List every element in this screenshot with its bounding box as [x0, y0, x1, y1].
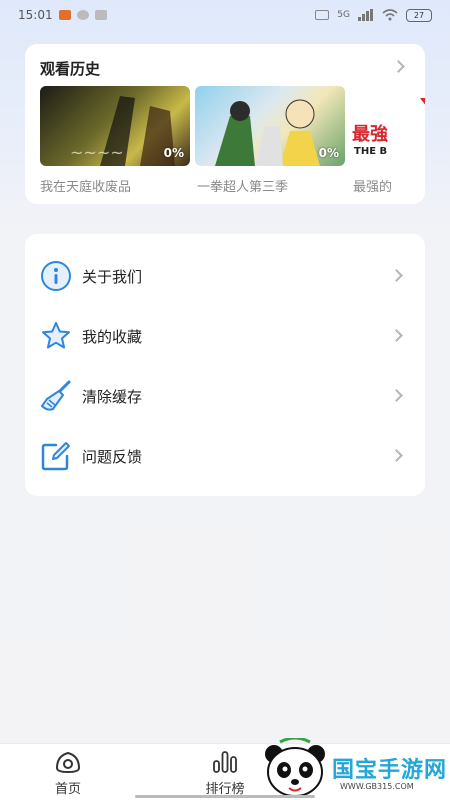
svg-text:~~~~: ~~~~ [70, 143, 124, 162]
menu-item-clear-cache[interactable]: 清除缓存 [25, 371, 425, 421]
menu-item-label: 清除缓存 [82, 387, 143, 406]
chevron-right-icon [390, 329, 403, 342]
home-eye-icon [55, 751, 81, 774]
menu-item-about[interactable]: 关于我们 [25, 251, 425, 301]
history-title: 观看历史 [40, 60, 101, 78]
watermark-url: WWW.GB315.COM [340, 782, 414, 791]
status-time: 15:01 [18, 8, 53, 22]
menu-item-feedback[interactable]: 问题反馈 [25, 431, 425, 481]
history-more-chevron-icon[interactable] [392, 60, 405, 73]
thumbnail-banner: 最強 [352, 124, 388, 145]
history-item-title[interactable]: 我在天庭收废品 [40, 176, 131, 195]
history-item-title[interactable]: 最强的 [353, 176, 392, 195]
info-icon [39, 259, 73, 293]
history-progress: 0% [163, 146, 184, 160]
home-indicator [135, 795, 315, 798]
history-card: 观看历史 ~~~~ 0% 我在天庭收废品 0% 一拳超人第三季 最強 THE B… [25, 44, 425, 204]
notification-icon [76, 10, 89, 20]
battery-level: 27 [413, 10, 425, 20]
notification-icon [58, 10, 71, 20]
menu-card: 关于我们 我的收藏 清除缓存 问题反馈 [25, 234, 425, 496]
ranking-bars-icon [213, 751, 237, 773]
chevron-right-icon [390, 389, 403, 402]
thumbnail-banner-sub: THE B [354, 146, 388, 157]
chevron-right-icon [390, 449, 403, 462]
history-item-title[interactable]: 一拳超人第三季 [197, 176, 288, 195]
nfc-icon [315, 10, 330, 20]
tab-home[interactable]: 首页 [38, 750, 98, 797]
chevron-right-icon [390, 269, 403, 282]
menu-item-favorites[interactable]: 我的收藏 [25, 311, 425, 361]
history-thumbnail[interactable]: 0% [195, 86, 345, 166]
edit-icon [39, 439, 73, 473]
tab-label: 首页 [54, 782, 81, 797]
signal-icon [358, 9, 373, 21]
watermark: 国宝手游网 WWW.GB315.COM [258, 738, 448, 800]
history-thumbnail[interactable]: ~~~~ 0% [40, 86, 190, 166]
broom-icon [39, 379, 73, 413]
history-thumbnail[interactable]: 最強 THE B [350, 86, 425, 166]
wifi-icon [382, 9, 398, 21]
battery-icon: 27 [406, 8, 432, 22]
watermark-text: 国宝手游网 [332, 758, 448, 783]
menu-item-label: 问题反馈 [82, 447, 143, 466]
tab-ranking[interactable]: 排行榜 [195, 750, 255, 797]
panda-logo-icon [265, 738, 325, 797]
star-icon [39, 319, 73, 353]
history-progress: 0% [318, 146, 339, 160]
network-type: 5G [337, 10, 350, 20]
menu-item-label: 关于我们 [82, 267, 143, 286]
notification-icon [94, 10, 107, 20]
menu-item-label: 我的收藏 [82, 327, 143, 346]
status-bar: 15:01 5G 27 [0, 0, 450, 30]
